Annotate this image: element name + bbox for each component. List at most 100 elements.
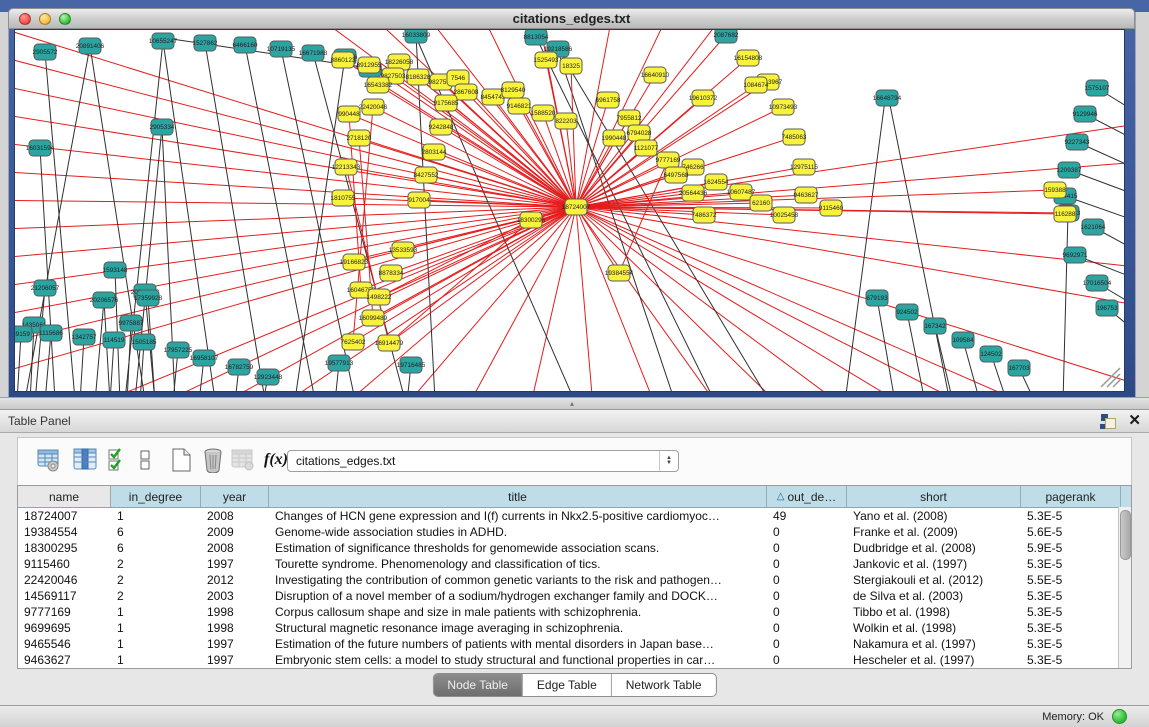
cell-short[interactable]: Hescheler et al. (1997) — [847, 652, 1021, 668]
table-row[interactable]: 2242004622012Investigating the contribut… — [18, 572, 1131, 588]
network-node[interactable]: 2905572 — [33, 44, 58, 60]
column-header-out_degree[interactable]: △out_de… — [767, 486, 847, 507]
cell-out_degree[interactable]: 0 — [767, 556, 847, 572]
memory-status-indicator[interactable] — [1112, 709, 1127, 724]
network-node[interactable]: 159388 — [1044, 182, 1066, 198]
network-node[interactable]: 21206057 — [31, 280, 60, 296]
cell-in_degree[interactable]: 1 — [111, 636, 201, 652]
network-node[interactable]: 7625402 — [341, 334, 366, 350]
cell-title[interactable]: Disruption of a novel member of a sodium… — [269, 588, 767, 604]
network-node[interactable]: 2718120 — [347, 130, 372, 146]
cell-pagerank[interactable]: 5.3E-5 — [1021, 604, 1121, 620]
cell-title[interactable]: Estimation of significance thresholds fo… — [269, 540, 767, 556]
network-node[interactable]: 20206576 — [90, 292, 119, 308]
network-node[interactable]: 6497568 — [664, 167, 689, 183]
network-node[interactable]: 116288 — [1054, 206, 1076, 222]
table-row[interactable]: 1938455462009Genome-wide association stu… — [18, 524, 1131, 540]
network-node[interactable]: 9975887 — [119, 315, 144, 331]
network-node[interactable]: 2087682 — [714, 30, 739, 43]
network-node[interactable]: 1525493 — [534, 52, 559, 68]
network-node[interactable]: 12975115 — [790, 159, 818, 175]
network-node[interactable]: 2867608 — [454, 84, 479, 100]
cell-name[interactable]: 9699695 — [18, 620, 111, 636]
cell-title[interactable]: Changes of HCN gene expression and I(f) … — [269, 508, 767, 524]
cell-out_degree[interactable]: 0 — [767, 572, 847, 588]
cell-in_degree[interactable]: 1 — [111, 604, 201, 620]
column-header-name[interactable]: name — [18, 486, 111, 507]
network-node[interactable]: 1209387 — [1057, 162, 1082, 178]
cell-out_degree[interactable]: 49 — [767, 508, 847, 524]
cell-pagerank[interactable]: 5.3E-5 — [1021, 636, 1121, 652]
network-node[interactable]: 1115686 — [39, 325, 63, 341]
network-node[interactable]: 6794028 — [627, 125, 652, 141]
cell-in_degree[interactable]: 1 — [111, 620, 201, 636]
cell-name[interactable]: 9777169 — [18, 604, 111, 620]
table-row[interactable]: 946554611997Estimation of the future num… — [18, 636, 1131, 652]
cell-short[interactable]: de Silva et al. (2003) — [847, 588, 1021, 604]
table-row[interactable]: 1456911722003Disruption of a novel membe… — [18, 588, 1131, 604]
network-node[interactable]: 9777169 — [656, 152, 681, 168]
network-node[interactable]: 7955812 — [617, 110, 642, 126]
network-node[interactable]: 917004 — [408, 192, 430, 208]
network-node[interactable]: 9463627 — [794, 187, 819, 203]
cell-pagerank[interactable]: 5.5E-5 — [1021, 572, 1121, 588]
table-row[interactable]: 911546021997Tourette syndrome. Phenomeno… — [18, 556, 1131, 572]
network-node[interactable]: 924502 — [896, 304, 918, 320]
network-node[interactable]: 124502 — [980, 346, 1002, 362]
cell-name[interactable]: 9463627 — [18, 652, 111, 668]
network-window-titlebar[interactable]: citations_edges.txt — [8, 8, 1135, 29]
network-node[interactable]: 12213343 — [332, 159, 361, 175]
network-node[interactable]: 17957225 — [164, 342, 193, 358]
cell-year[interactable]: 1998 — [201, 604, 269, 620]
cell-in_degree[interactable]: 6 — [111, 540, 201, 556]
cell-short[interactable]: Wolkin et al. (1998) — [847, 620, 1021, 636]
network-node[interactable]: 8186328 — [406, 69, 431, 85]
network-node[interactable]: 1624554 — [704, 174, 729, 190]
table-row[interactable]: 969969511998Structural magnetic resonanc… — [18, 620, 1131, 636]
network-node[interactable]: 1121077 — [634, 140, 659, 156]
network-node[interactable]: 9242848 — [429, 119, 454, 135]
network-node[interactable]: 19577913 — [325, 355, 354, 371]
cell-out_degree[interactable]: 0 — [767, 540, 847, 556]
network-hub-node[interactable]: 18724007 — [562, 199, 591, 215]
cell-name[interactable]: 9115460 — [18, 556, 111, 572]
network-node[interactable]: 8878334 — [379, 265, 404, 281]
network-node[interactable]: 16782759 — [225, 359, 254, 375]
network-node[interactable]: 39159 — [15, 326, 32, 342]
network-node[interactable]: 6466160 — [233, 37, 258, 53]
network-node[interactable]: 8813054 — [524, 30, 549, 45]
network-node[interactable]: 1498222 — [367, 289, 392, 305]
network-node[interactable]: 9146821 — [507, 98, 532, 114]
table-row[interactable]: 1872400712008Changes of HCN gene express… — [18, 508, 1131, 524]
table-settings-icon[interactable] — [36, 447, 62, 473]
network-node[interactable]: 7485063 — [782, 129, 807, 145]
column-header-in_degree[interactable]: in_degree — [111, 486, 201, 507]
network-node[interactable]: 1593148 — [103, 262, 128, 278]
network-node[interactable]: 16099489 — [359, 310, 388, 326]
network-node[interactable]: 17016504 — [1083, 275, 1112, 291]
network-node[interactable]: 16671988 — [299, 45, 328, 61]
network-node[interactable]: 1588520 — [531, 105, 556, 121]
splitter-handle-icon[interactable]: ▴ — [570, 399, 574, 408]
cell-out_degree[interactable]: 0 — [767, 652, 847, 668]
cell-in_degree[interactable]: 6 — [111, 524, 201, 540]
column-header-short[interactable]: short — [847, 486, 1021, 507]
network-node[interactable]: 9115460 — [819, 200, 844, 216]
cell-in_degree[interactable]: 2 — [111, 572, 201, 588]
cell-title[interactable]: Structural magnetic resonance image aver… — [269, 620, 767, 636]
horizontal-splitter[interactable]: ▴ — [0, 397, 1149, 410]
cell-year[interactable]: 2008 — [201, 540, 269, 556]
network-node[interactable]: 167703 — [1008, 360, 1030, 376]
cell-in_degree[interactable]: 2 — [111, 556, 201, 572]
cell-short[interactable]: Franke et al. (2009) — [847, 524, 1021, 540]
network-node[interactable]: 20891406 — [76, 38, 105, 54]
cell-out_degree[interactable]: 0 — [767, 604, 847, 620]
network-node[interactable]: 10719135 — [267, 41, 296, 57]
cell-name[interactable]: 18300295 — [18, 540, 111, 556]
table-selector-dropdown[interactable]: citations_edges.txt ▲▼ — [287, 450, 679, 472]
cell-year[interactable]: 2009 — [201, 524, 269, 540]
row-height-icon[interactable] — [138, 447, 152, 473]
network-node[interactable]: 7486372 — [692, 207, 717, 223]
cell-pagerank[interactable]: 5.3E-5 — [1021, 588, 1121, 604]
network-node[interactable]: 1990448 — [602, 130, 627, 146]
